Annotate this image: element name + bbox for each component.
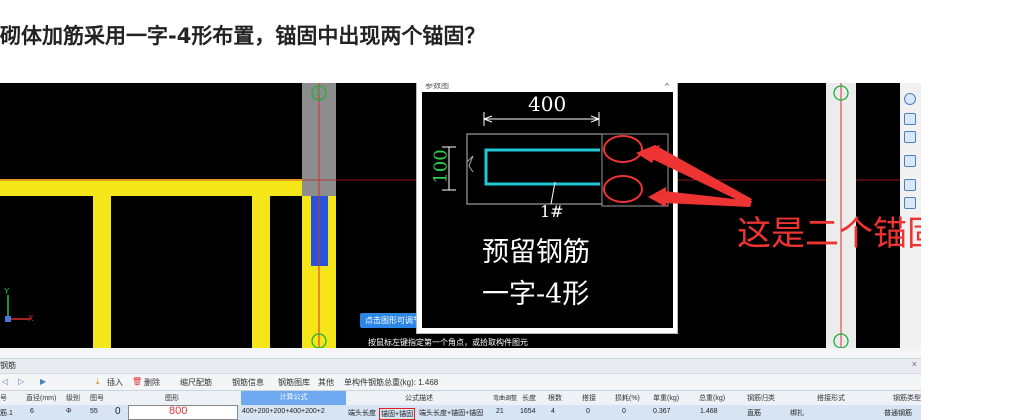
- cell-desc-prefix: 端头长度: [348, 410, 376, 417]
- cell-desc-suffix: 端头长度+锚固+锚固: [419, 410, 484, 417]
- cell-total-weight: 1.468: [700, 408, 718, 415]
- col-length: 长度: [522, 395, 536, 402]
- cell-name: 筋.1: [0, 410, 13, 417]
- col-bend: 弯曲调整: [493, 396, 518, 402]
- col-diameter: 直径(mm): [26, 395, 57, 402]
- insert-icon: ⤓: [96, 377, 100, 386]
- cube-view-icon[interactable]: [904, 113, 916, 125]
- cell-lap[interactable]: 0: [586, 408, 590, 415]
- next-icon[interactable]: ▶: [40, 377, 46, 386]
- anchor-circle-bottom: [603, 175, 643, 203]
- anchor-circle-top: [603, 135, 643, 163]
- parameter-dialog: 参数图 × 400 100 1# 预留钢筋 一字-4形: [416, 83, 678, 334]
- col-loss: 损耗(%): [615, 395, 640, 402]
- col-lap: 搭接: [582, 395, 596, 402]
- cell-figure-no[interactable]: 55: [90, 408, 98, 415]
- software-screenshot: 3 Y X 点击图形可调节 按鼠标左键指定第一个角点，或拾取构件图元 参数图 ×: [0, 83, 921, 420]
- cell-qty[interactable]: 4: [551, 408, 555, 415]
- col-lap-type: 搭接形式: [817, 395, 845, 402]
- other-menu[interactable]: 其他: [318, 377, 334, 388]
- rotate-view-icon[interactable]: [904, 93, 916, 105]
- cell-category[interactable]: 直筋: [747, 408, 761, 418]
- dialog-title: 参数图: [425, 83, 449, 90]
- status-hint: 按鼠标左键指定第一个角点，或拾取构件图元: [368, 338, 528, 347]
- col-unit-weight: 单重(kg): [653, 395, 680, 402]
- wall-beam-yellow: [0, 179, 302, 196]
- cell-formula[interactable]: 400+200+200+400+200+2: [242, 408, 325, 415]
- col-rebar-type: 钢筋类型: [893, 395, 921, 402]
- close-icon[interactable]: ×: [664, 83, 670, 90]
- delete-icon: 🗑: [132, 377, 143, 386]
- total-weight: 单构件钢筋总重(kg): 1.468: [344, 378, 439, 387]
- caption-line1: 预留钢筋: [482, 237, 590, 268]
- first-icon[interactable]: ◁: [2, 377, 8, 386]
- annotation-text: 这是二个锚固: [737, 214, 921, 254]
- col-description: 公式描述: [405, 395, 433, 402]
- caption-line2: 一字-4形: [482, 279, 590, 310]
- panel-title: 钢筋: [0, 361, 16, 370]
- zoom-extents-icon[interactable]: [904, 179, 916, 191]
- dimension-length: 400: [528, 92, 567, 116]
- prev-icon[interactable]: ▷: [18, 377, 24, 386]
- shape-preview[interactable]: 800: [128, 405, 238, 420]
- axis-number: 3: [315, 87, 321, 97]
- col-formula: 计算公式: [241, 391, 346, 405]
- shape-value: 800: [169, 405, 188, 417]
- col-no: 号: [0, 395, 7, 402]
- axis-y-label: Y: [4, 287, 10, 296]
- cell-unit-weight: 0.367: [653, 408, 671, 415]
- col-figure-no: 图号: [90, 395, 104, 402]
- insert-button[interactable]: 插入: [107, 377, 123, 388]
- cube-front-icon[interactable]: [904, 131, 916, 143]
- cell-lap-type[interactable]: 绑扎: [790, 408, 804, 418]
- cell-diameter[interactable]: 6: [30, 408, 34, 415]
- rebar-info-button[interactable]: 钢筋信息: [232, 377, 264, 388]
- cell-desc-boxed: 锚固+锚固: [379, 408, 416, 420]
- wall-post-left: [93, 196, 111, 348]
- axis-x-label: X: [28, 314, 34, 323]
- bar-tag: 1#: [540, 202, 564, 221]
- scale-rebar-button[interactable]: 缩尺配筋: [180, 377, 212, 388]
- rebar-gallery-button[interactable]: 钢筋图库: [278, 377, 310, 388]
- col-qty: 根数: [548, 395, 562, 402]
- col-category: 钢筋归类: [747, 395, 775, 402]
- grid-header: 号 直径(mm) 级别 图号 图形 计算公式 公式描述 弯曲调整 长度 根数 搭…: [0, 390, 921, 406]
- table-row[interactable]: 筋.1 6 Φ 55 0 800 400+200+200+400+200+2 端…: [0, 405, 921, 420]
- delete-button[interactable]: 删除: [144, 377, 160, 388]
- col-grade: 级别: [66, 395, 80, 402]
- cell-bend[interactable]: 21: [496, 408, 504, 415]
- rebar-toolbar: ◁ ▷ ▶ ⤓ 插入 🗑 删除 缩尺配筋 钢筋信息 钢筋图库 其他 单构件钢筋总…: [0, 374, 921, 390]
- question-title: 砌体加筋采用一字-4形布置，锚固中出现两个锚固？: [0, 24, 486, 48]
- parameter-drawing: 400 100 1# 预留钢筋 一字-4形: [422, 92, 673, 328]
- cell-grade[interactable]: Φ: [66, 408, 72, 415]
- panel-header: 钢筋 ×: [0, 358, 921, 374]
- wall-post-right: [252, 196, 270, 348]
- cell-rebar-type[interactable]: 普通钢筋: [884, 408, 912, 418]
- col-shape: 图形: [165, 395, 179, 402]
- col-total-weight: 总重(kg): [699, 395, 726, 402]
- rebar-panel: 钢筋 × ◁ ▷ ▶ ⤓ 插入 🗑 删除 缩尺配筋 钢筋信息 钢筋图库 其他 单…: [0, 348, 921, 420]
- dimension-height: 100: [430, 149, 452, 184]
- cell-count-marker: 0: [115, 406, 121, 417]
- cell-loss[interactable]: 0: [622, 408, 626, 415]
- cube-solid-icon[interactable]: [904, 155, 916, 167]
- cell-length[interactable]: 1654: [520, 408, 536, 415]
- panel-close-icon[interactable]: ×: [912, 359, 917, 369]
